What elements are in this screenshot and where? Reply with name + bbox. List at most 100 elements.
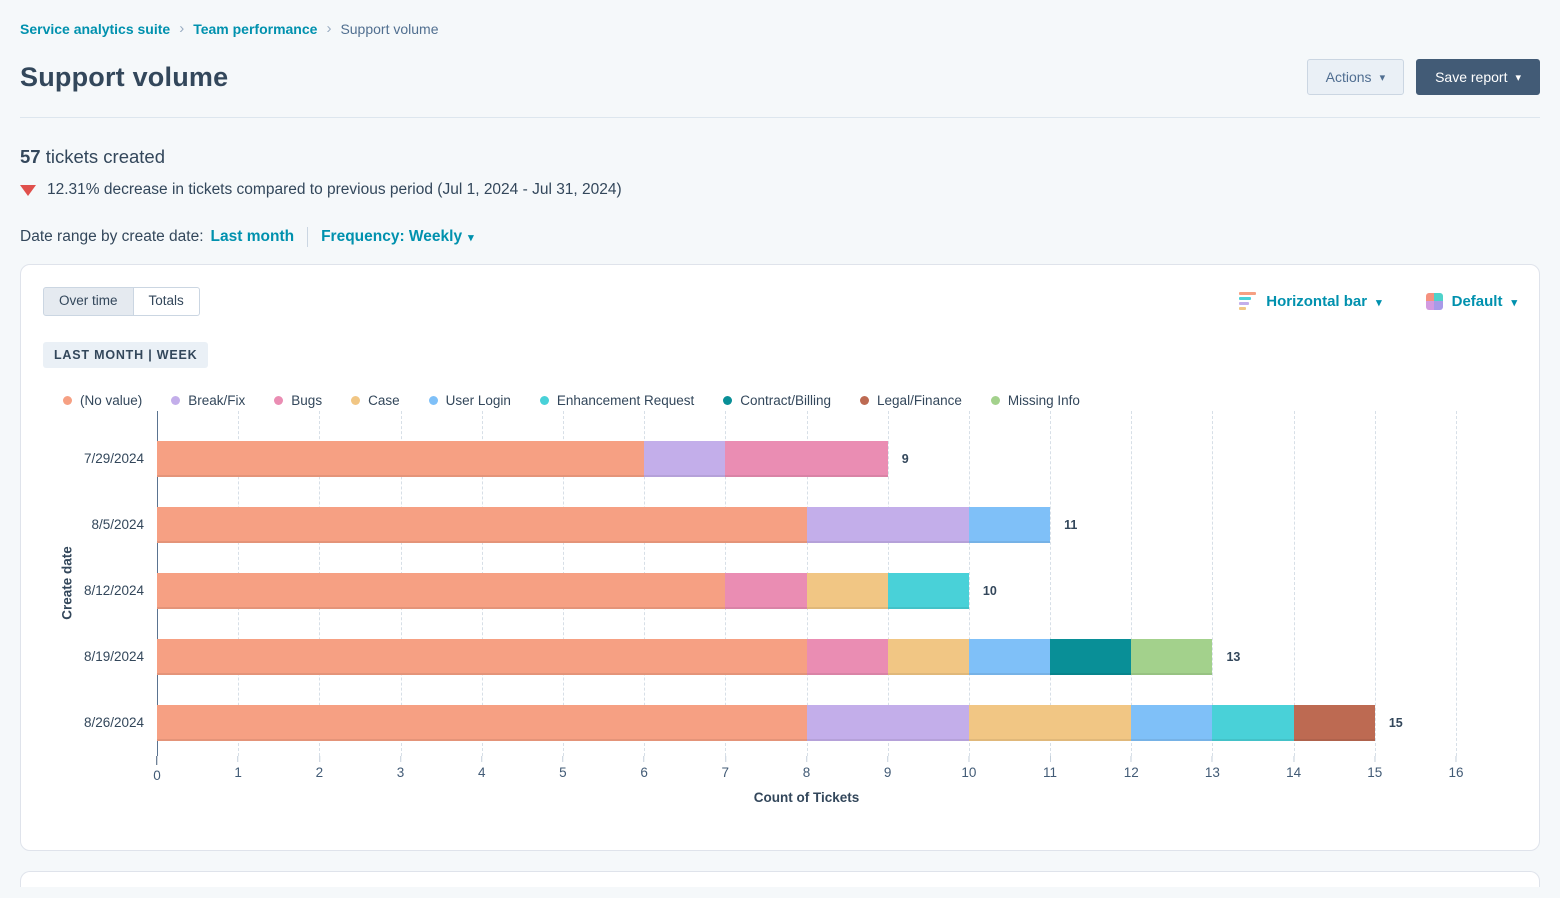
y-tick-label: 7/29/2024 xyxy=(43,451,157,466)
bar-total-label: 11 xyxy=(1050,518,1077,532)
x-tick-mark xyxy=(1131,756,1132,762)
actions-button[interactable]: Actions ▾ xyxy=(1307,59,1404,95)
tab-over-time[interactable]: Over time xyxy=(43,287,134,316)
bar-segment[interactable] xyxy=(1131,639,1212,675)
breadcrumb-current: Support volume xyxy=(340,21,438,37)
bar-segment[interactable] xyxy=(157,705,807,741)
x-tick-label: 12 xyxy=(1124,765,1139,780)
next-card-partial xyxy=(20,871,1540,887)
chart-type-dropdown[interactable]: Horizontal bar ▾ xyxy=(1239,292,1381,310)
bar-total-label: 9 xyxy=(888,452,909,466)
x-tick: 16 xyxy=(1448,756,1463,780)
legend-dot-icon xyxy=(540,396,549,405)
horizontal-bar-icon xyxy=(1239,292,1257,310)
legend-item-user-login[interactable]: User Login xyxy=(429,393,511,408)
legend-label: Break/Fix xyxy=(188,393,245,408)
bar-segment[interactable] xyxy=(888,573,969,609)
bar-segment[interactable] xyxy=(969,705,1131,741)
bar-segment[interactable] xyxy=(807,507,969,543)
legend-item-break-fix[interactable]: Break/Fix xyxy=(171,393,245,408)
legend-dot-icon xyxy=(63,396,72,405)
x-tick: 9 xyxy=(884,756,892,780)
breadcrumb-link[interactable]: Service analytics suite xyxy=(20,21,170,37)
change-indicator: 12.31% decrease in tickets compared to p… xyxy=(20,181,1540,199)
bar-segment[interactable] xyxy=(807,639,888,675)
legend-item--no-value-[interactable]: (No value) xyxy=(63,393,142,408)
chart: 7/29/202498/5/2024118/12/2024108/19/2024… xyxy=(43,411,1517,805)
x-tick-label: 10 xyxy=(961,765,976,780)
date-range-value[interactable]: Last month xyxy=(211,228,295,246)
bar-segment[interactable] xyxy=(725,441,887,477)
x-tick-mark xyxy=(1212,756,1213,762)
summary-section: 57 tickets created 12.31% decrease in ti… xyxy=(0,146,1560,199)
legend-label: Case xyxy=(368,393,400,408)
breadcrumb-link[interactable]: Team performance xyxy=(193,21,317,37)
x-tick: 15 xyxy=(1367,756,1382,780)
legend-label: Missing Info xyxy=(1008,393,1080,408)
frequency-label: Frequency: Weekly xyxy=(321,228,462,245)
bar-segment[interactable] xyxy=(1131,705,1212,741)
legend-dot-icon xyxy=(171,396,180,405)
bar-total-label: 13 xyxy=(1212,650,1240,664)
breadcrumb-separator: › xyxy=(326,20,331,37)
legend-item-case[interactable]: Case xyxy=(351,393,400,408)
x-tick-label: 5 xyxy=(559,765,567,780)
date-range-label: Date range by create date: xyxy=(20,228,204,246)
bar-track: 10 xyxy=(157,573,1456,609)
legend-item-contract-billing[interactable]: Contract/Billing xyxy=(723,393,831,408)
change-text: 12.31% decrease in tickets compared to p… xyxy=(47,181,622,199)
bar-track: 11 xyxy=(157,507,1456,543)
bar-segment[interactable] xyxy=(969,507,1050,543)
bar-segment[interactable] xyxy=(157,639,807,675)
legend-dot-icon xyxy=(723,396,732,405)
chart-controls: Horizontal bar ▾ Default ▾ xyxy=(1239,292,1517,310)
bar-segment[interactable] xyxy=(1212,705,1293,741)
legend-label: Legal/Finance xyxy=(877,393,962,408)
actions-button-label: Actions xyxy=(1326,70,1372,84)
plot-area: 7/29/202498/5/2024118/12/2024108/19/2024… xyxy=(43,411,1517,756)
chevron-down-icon: ▾ xyxy=(1376,296,1382,309)
page: Service analytics suite › Team performance… xyxy=(0,0,1560,887)
bar-segment[interactable] xyxy=(157,507,807,543)
filters-bar: Date range by create date: Last month Fr… xyxy=(0,227,1560,247)
metric-value: 57 xyxy=(20,146,41,167)
x-tick-label: 7 xyxy=(722,765,730,780)
chart-row: 8/19/202413 xyxy=(43,624,1517,690)
legend-item-legal-finance[interactable]: Legal/Finance xyxy=(860,393,962,408)
header-buttons: Actions ▾ Save report ▾ xyxy=(1307,59,1540,95)
color-theme-dropdown[interactable]: Default ▾ xyxy=(1426,293,1517,310)
x-tick: 14 xyxy=(1286,756,1301,780)
bar-segment[interactable] xyxy=(969,639,1050,675)
x-tick-mark xyxy=(562,756,563,762)
legend-label: Bugs xyxy=(291,393,322,408)
chevron-down-icon: ▾ xyxy=(1380,73,1386,84)
legend-item-bugs[interactable]: Bugs xyxy=(274,393,322,408)
bar-segment[interactable] xyxy=(807,705,969,741)
x-tick-label: 9 xyxy=(884,765,892,780)
legend-item-missing-info[interactable]: Missing Info xyxy=(991,393,1080,408)
legend-dot-icon xyxy=(429,396,438,405)
tickets-created-metric: 57 tickets created xyxy=(20,146,1540,168)
x-tick: 13 xyxy=(1205,756,1220,780)
bar-segment[interactable] xyxy=(1294,705,1375,741)
legend-label: (No value) xyxy=(80,393,142,408)
tab-totals[interactable]: Totals xyxy=(134,287,200,316)
legend-item-enhancement-request[interactable]: Enhancement Request xyxy=(540,393,694,408)
bar-segment[interactable] xyxy=(644,441,725,477)
bar-segment[interactable] xyxy=(807,573,888,609)
bar-segment[interactable] xyxy=(888,639,969,675)
bar-segment[interactable] xyxy=(725,573,806,609)
bar-segment[interactable] xyxy=(157,441,644,477)
x-tick: 11 xyxy=(1043,756,1057,780)
chevron-down-icon: ▾ xyxy=(1515,73,1521,84)
frequency-dropdown[interactable]: Frequency: Weekly▾ xyxy=(321,228,474,246)
x-tick-label: 2 xyxy=(316,765,324,780)
x-tick-mark xyxy=(156,756,157,765)
bar-segment[interactable] xyxy=(1050,639,1131,675)
bar-segment[interactable] xyxy=(157,573,725,609)
x-tick: 0 xyxy=(153,756,161,783)
x-tick-label: 6 xyxy=(640,765,648,780)
color-theme-label: Default xyxy=(1452,293,1503,310)
save-report-button[interactable]: Save report ▾ xyxy=(1416,59,1540,95)
x-tick-mark xyxy=(1293,756,1294,762)
